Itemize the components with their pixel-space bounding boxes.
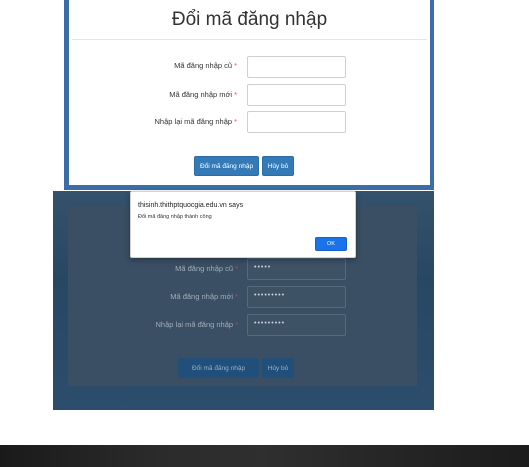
- required-asterisk: *: [234, 90, 237, 99]
- dark-background-strip: [0, 445, 529, 467]
- required-asterisk: *: [235, 264, 238, 273]
- title-divider: [72, 39, 427, 40]
- old-login-input[interactable]: •••••: [247, 258, 346, 280]
- required-asterisk: *: [234, 61, 237, 70]
- cancel-button[interactable]: Hủy bỏ: [262, 156, 294, 176]
- new-login-label: Mã đăng nhập mới *: [170, 292, 238, 301]
- confirm-login-input[interactable]: [247, 111, 346, 133]
- alert-ok-button[interactable]: OK: [315, 237, 347, 251]
- required-asterisk: *: [234, 117, 237, 126]
- required-asterisk: *: [235, 292, 238, 301]
- old-login-label: Mã đăng nhập cũ *: [174, 61, 237, 70]
- alert-dialog: thisinh.thithptquocgia.edu.vn says Đổi m…: [130, 191, 356, 258]
- old-login-input[interactable]: [247, 56, 346, 78]
- new-login-label: Mã đăng nhập mới *: [169, 90, 237, 99]
- new-login-input[interactable]: [247, 84, 346, 106]
- alert-title: thisinh.thithptquocgia.edu.vn says: [138, 202, 244, 209]
- confirm-login-input[interactable]: •••••••••: [247, 314, 346, 336]
- form-title: Đổi mã đăng nhập: [171, 9, 328, 30]
- confirm-login-label: Nhập lại mã đăng nhập *: [155, 320, 238, 329]
- new-login-input[interactable]: •••••••••: [247, 286, 346, 308]
- alert-message: Đổi mã đăng nhập thành công: [138, 214, 212, 220]
- required-asterisk: *: [235, 320, 238, 329]
- confirm-login-label: Nhập lại mã đăng nhập *: [154, 117, 237, 126]
- old-login-label: Mã đăng nhập cũ *: [175, 264, 238, 273]
- change-login-button[interactable]: Đổi mã đăng nhập: [178, 358, 259, 378]
- change-login-button[interactable]: Đổi mã đăng nhập: [194, 156, 259, 176]
- cancel-button[interactable]: Hủy bỏ: [262, 358, 294, 378]
